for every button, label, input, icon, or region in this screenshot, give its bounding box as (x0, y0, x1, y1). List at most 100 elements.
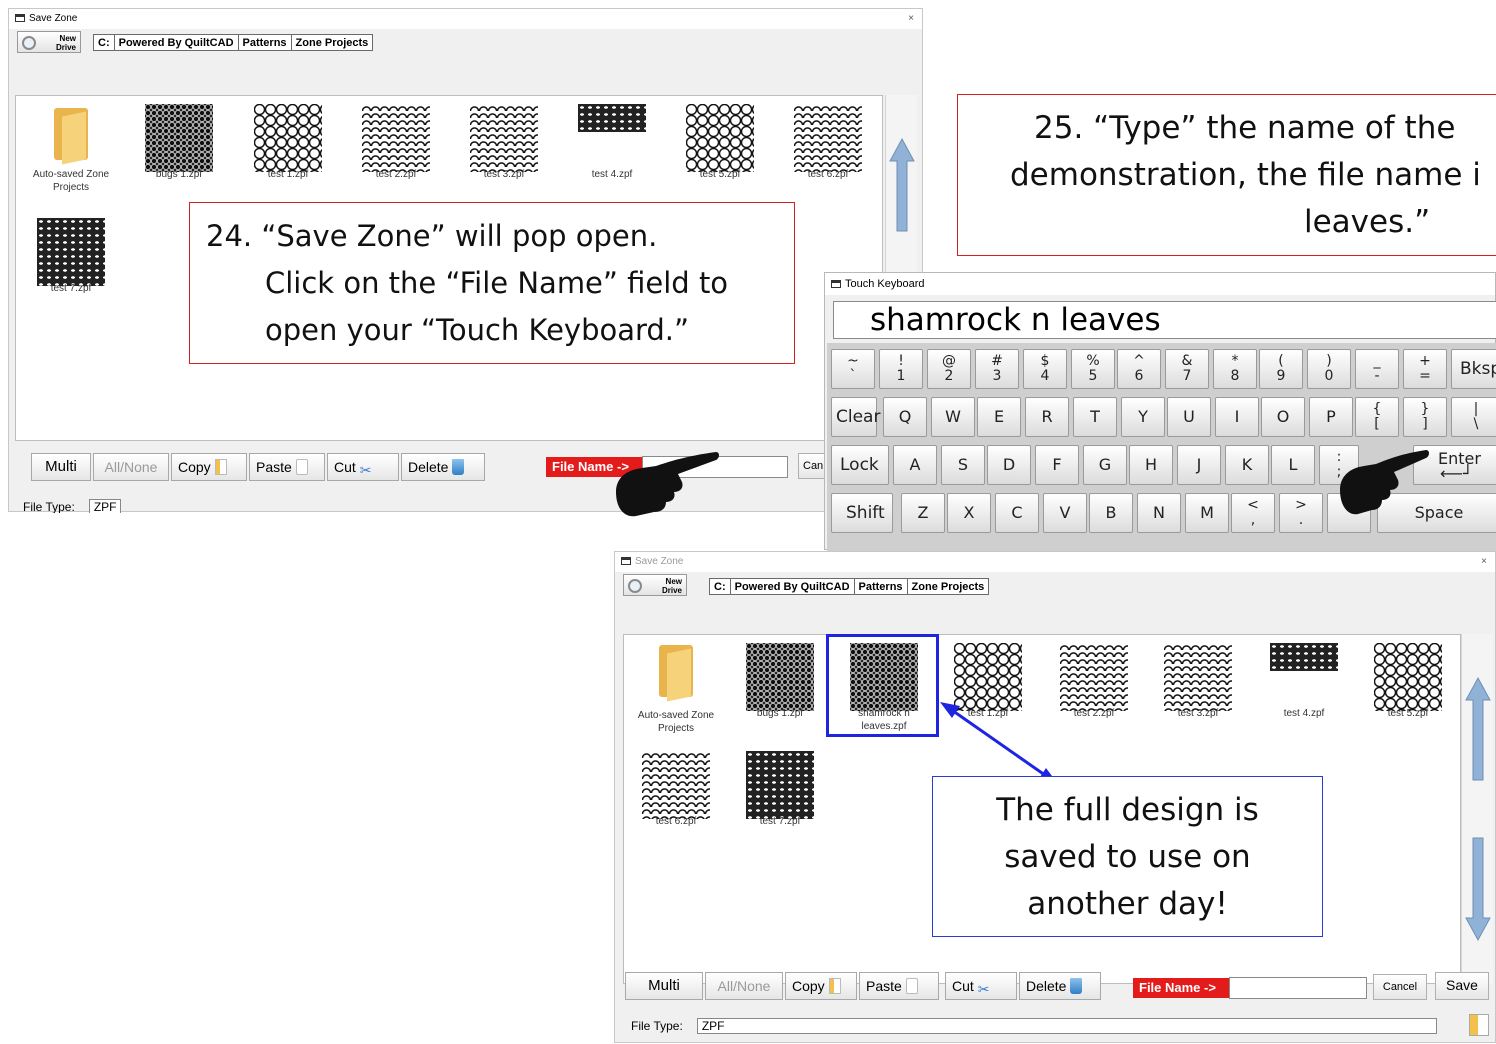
key-o[interactable]: O (1261, 397, 1305, 437)
delete-button[interactable]: Delete (401, 453, 485, 481)
scroll-up-icon[interactable] (1464, 674, 1492, 784)
key-8[interactable]: * 8 (1213, 349, 1257, 389)
file-type-value[interactable]: ZPF (88, 499, 122, 513)
scrollbar[interactable] (1461, 634, 1493, 984)
file-item[interactable]: test 5.zpf (670, 104, 770, 181)
key-7[interactable]: & 7 (1165, 349, 1209, 389)
breadcrumb-zone-projects[interactable]: Zone Projects (908, 579, 989, 594)
file-item[interactable]: test 7.zpf (21, 218, 121, 295)
file-item[interactable]: bugs 1.zpf (730, 643, 830, 720)
key-b[interactable]: B (1089, 493, 1133, 533)
key-4[interactable]: $4 (1023, 349, 1067, 389)
multi-button[interactable]: Multi (625, 972, 703, 1000)
key-comma[interactable]: <, (1231, 493, 1275, 533)
key-a[interactable]: A (893, 445, 937, 485)
cancel-button[interactable]: Cancel (1373, 974, 1427, 1000)
breadcrumb-drive[interactable]: C: (94, 35, 115, 50)
file-item[interactable]: test 1.zpf (938, 643, 1038, 720)
folder-item[interactable]: Auto-saved Zone Projects (626, 641, 726, 735)
close-icon[interactable]: × (908, 9, 914, 29)
key-p[interactable]: P (1309, 397, 1353, 437)
key-s[interactable]: S (941, 445, 985, 485)
scroll-down-icon[interactable] (1464, 834, 1492, 944)
key-y[interactable]: Y (1121, 397, 1165, 437)
file-item[interactable]: test 3.zpf (1148, 643, 1248, 720)
key-m[interactable]: M (1185, 493, 1229, 533)
all-none-button[interactable]: All/None (93, 453, 169, 481)
key-h[interactable]: H (1129, 445, 1173, 485)
new-drive-button[interactable]: New Drive (623, 574, 687, 596)
key-w[interactable]: W (931, 397, 975, 437)
breadcrumb-zone-projects[interactable]: Zone Projects (292, 35, 373, 50)
key-e[interactable]: E (977, 397, 1021, 437)
paste-button[interactable]: Paste (249, 453, 325, 481)
key-c[interactable]: C (995, 493, 1039, 533)
file-type-value[interactable]: ZPF (696, 1018, 1437, 1034)
file-item[interactable]: test 7.zpf (730, 751, 830, 828)
folder-item[interactable]: Auto-saved Zone Projects (21, 104, 121, 194)
delete-button[interactable]: Delete (1019, 972, 1101, 1000)
breadcrumb-patterns[interactable]: Patterns (239, 35, 292, 50)
key-r[interactable]: R (1025, 397, 1069, 437)
key-v[interactable]: V (1043, 493, 1087, 533)
key-n[interactable]: N (1137, 493, 1181, 533)
key-k[interactable]: K (1225, 445, 1269, 485)
key-t[interactable]: T (1073, 397, 1117, 437)
key-f[interactable]: F (1035, 445, 1079, 485)
key-shift[interactable]: Shift (831, 493, 893, 533)
key-backtick[interactable]: ~ ` (831, 349, 875, 389)
file-item[interactable]: test 2.zpf (1044, 643, 1144, 720)
file-item[interactable]: test 5.zpf (1358, 643, 1458, 720)
breadcrumb-patterns[interactable]: Patterns (855, 579, 908, 594)
key-z[interactable]: Z (901, 493, 945, 533)
key-i[interactable]: I (1215, 397, 1259, 437)
scroll-up-icon[interactable] (888, 135, 916, 235)
key-equals[interactable]: + = (1403, 349, 1447, 389)
all-none-button[interactable]: All/None (705, 972, 783, 1000)
paste-button[interactable]: Paste (859, 972, 939, 1000)
file-type-icon[interactable] (1469, 1014, 1489, 1036)
key-g[interactable]: G (1083, 445, 1127, 485)
save-button[interactable]: Save (1435, 972, 1489, 1000)
key-u[interactable]: U (1167, 397, 1211, 437)
key-5[interactable]: % 5 (1071, 349, 1115, 389)
breadcrumb-drive[interactable]: C: (710, 579, 731, 594)
key-period[interactable]: >. (1279, 493, 1323, 533)
file-name-input[interactable] (1229, 977, 1367, 999)
copy-button[interactable]: Copy (171, 453, 247, 481)
multi-button[interactable]: Multi (31, 453, 91, 481)
key-l[interactable]: L (1271, 445, 1315, 485)
copy-button[interactable]: Copy (785, 972, 857, 1000)
key-1[interactable]: ! 1 (879, 349, 923, 389)
key-clear[interactable]: Clear (831, 397, 880, 437)
key-0[interactable]: ) 0 (1307, 349, 1351, 389)
file-item[interactable]: test 4.zpf (562, 104, 662, 181)
key-q[interactable]: Q (883, 397, 927, 437)
key-lock[interactable]: Lock (831, 445, 889, 485)
key-d[interactable]: D (987, 445, 1031, 485)
new-drive-button[interactable]: New Drive (17, 31, 81, 53)
file-item[interactable]: test 6.zpf (778, 104, 878, 181)
keyboard-text-input[interactable]: shamrock n leaves (833, 301, 1496, 339)
key-9[interactable]: (9 (1259, 349, 1303, 389)
file-item[interactable]: test 4.zpf (1254, 643, 1354, 720)
close-icon[interactable]: × (1481, 552, 1487, 572)
breadcrumb-quiltcad[interactable]: Powered By QuiltCAD (731, 579, 855, 594)
key-x[interactable]: X (947, 493, 991, 533)
key-6[interactable]: ^ 6 (1117, 349, 1161, 389)
file-item[interactable]: test 2.zpf (346, 104, 446, 181)
key-close-bracket[interactable]: }] (1403, 397, 1447, 437)
breadcrumb-quiltcad[interactable]: Powered By QuiltCAD (115, 35, 239, 50)
key-backslash[interactable]: | \ (1451, 397, 1496, 437)
key-j[interactable]: J (1177, 445, 1221, 485)
key-3[interactable]: #3 (975, 349, 1019, 389)
key-minus[interactable]: _ - (1355, 349, 1399, 389)
cut-button[interactable]: Cut ✂ (327, 453, 399, 481)
key-backspace[interactable]: Bksp (1451, 349, 1496, 389)
key-2[interactable]: @2 (927, 349, 971, 389)
cut-button[interactable]: Cut ✂ (945, 972, 1017, 1000)
file-item[interactable]: bugs 1.zpf (129, 104, 229, 181)
key-open-bracket[interactable]: {[ (1355, 397, 1399, 437)
file-item[interactable]: test 3.zpf (454, 104, 554, 181)
file-item[interactable]: test 6.zpf (626, 751, 726, 828)
